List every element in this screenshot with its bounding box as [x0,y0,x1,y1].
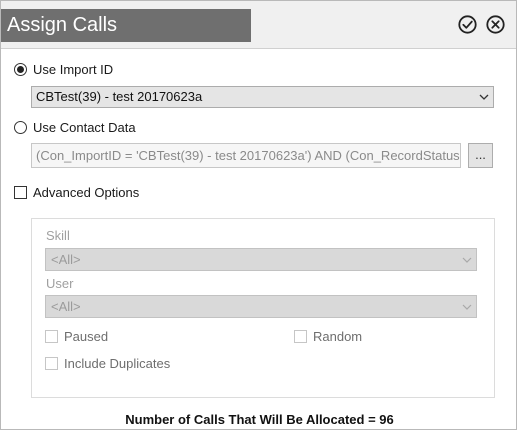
use-contact-data-radio[interactable] [14,120,27,134]
contact-query-field[interactable]: (Con_ImportID = 'CBTest(39) - test 20170… [31,143,461,168]
use-contact-data-label: Use Contact Data [33,119,136,135]
skill-label: Skill [46,228,70,243]
browse-query-button[interactable]: ... [468,143,493,168]
assign-calls-dialog: Assign Calls Use Import ID CBTest(39) - … [0,0,517,430]
random-label: Random [313,328,363,344]
user-value: <All> [51,299,81,314]
advanced-options-checkbox[interactable] [14,185,27,199]
calls-allocated-summary: Number of Calls That Will Be Allocated =… [125,412,394,427]
random-option[interactable]: Random [294,328,362,344]
paused-label: Paused [64,328,109,344]
include-duplicates-checkbox[interactable] [45,356,58,370]
import-id-select[interactable]: CBTest(39) - test 20170623a [31,86,494,108]
chevron-down-icon [462,304,472,310]
skill-value: <All> [51,252,81,267]
advanced-options-panel: Skill <All> User <All> Paused Random Inc… [31,218,495,398]
close-circle-icon [486,15,505,34]
paused-checkbox[interactable] [45,329,58,343]
use-import-id-option[interactable]: Use Import ID [14,61,113,77]
chevron-down-icon [462,257,472,263]
dialog-title: Assign Calls [1,9,251,42]
advanced-options-toggle[interactable]: Advanced Options [14,184,139,200]
chevron-down-icon [479,94,489,100]
include-duplicates-label: Include Duplicates [64,355,171,371]
close-button[interactable] [486,15,505,34]
import-id-value: CBTest(39) - test 20170623a [36,89,203,104]
skill-select[interactable]: <All> [45,248,477,271]
paused-option[interactable]: Paused [45,328,108,344]
use-contact-data-option[interactable]: Use Contact Data [14,119,136,135]
user-label: User [46,276,74,291]
title-bar: Assign Calls [1,1,516,49]
use-import-id-label: Use Import ID [33,61,114,77]
use-import-id-radio[interactable] [14,62,27,76]
ok-button[interactable] [458,15,477,34]
advanced-options-label: Advanced Options [33,184,140,200]
include-duplicates-option[interactable]: Include Duplicates [45,355,170,371]
check-circle-icon [458,15,477,34]
user-select[interactable]: <All> [45,295,477,318]
random-checkbox[interactable] [294,329,307,343]
